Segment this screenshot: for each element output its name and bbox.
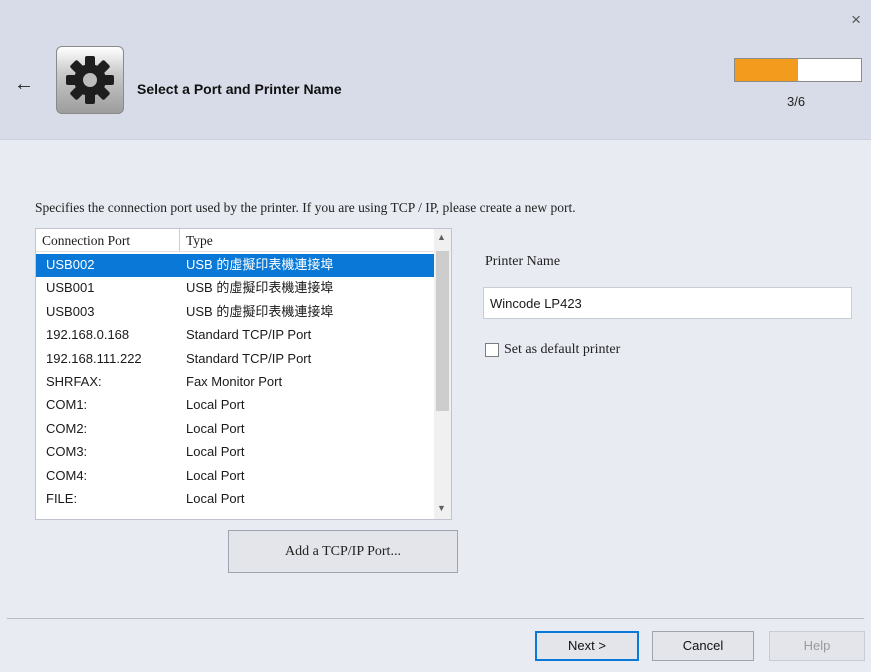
wizard-header: × ← Select a Port and Printer Name 3/6 <box>0 0 871 140</box>
add-tcpip-port-button[interactable]: Add a TCP/IP Port... <box>228 530 458 573</box>
table-row[interactable]: FILE: Local Port <box>36 488 434 511</box>
table-row[interactable]: 192.168.111.222 Standard TCP/IP Port <box>36 348 434 371</box>
table-row[interactable]: COM3: Local Port <box>36 441 434 464</box>
port-name-cell: COM3: <box>46 444 88 460</box>
port-name-cell: SHRFAX: <box>46 373 102 389</box>
port-type-cell: USB 的虛擬印表機連接埠 <box>186 303 334 319</box>
port-name-cell: 192.168.0.168 <box>46 327 130 343</box>
port-name-cell: FILE: <box>46 490 78 506</box>
column-header-connection-port[interactable]: Connection Port <box>42 233 130 249</box>
scroll-up-icon[interactable]: ▲ <box>437 232 446 242</box>
column-header-type[interactable]: Type <box>186 233 213 249</box>
port-type-cell: Fax Monitor Port <box>186 373 283 389</box>
scrollbar-thumb[interactable] <box>436 251 449 411</box>
port-type-cell: Standard TCP/IP Port <box>186 350 312 366</box>
table-row[interactable]: USB003 USB 的虛擬印表機連接埠 <box>36 301 434 324</box>
port-type-cell: Standard TCP/IP Port <box>186 327 312 343</box>
port-name-cell: COM1: <box>46 397 88 413</box>
table-row[interactable]: 192.168.0.168 Standard TCP/IP Port <box>36 324 434 347</box>
port-name-cell: COM4: <box>46 467 88 483</box>
port-name-cell: 192.168.111.222 <box>46 350 142 366</box>
default-printer-label[interactable]: Set as default printer <box>504 342 620 358</box>
port-list[interactable]: Connection Port Type USB002 USB 的虛擬印表機連接埠… <box>35 228 452 520</box>
progress-fill <box>735 59 798 81</box>
port-type-cell: USB 的虛擬印表機連接埠 <box>186 280 334 296</box>
table-row[interactable]: COM4: Local Port <box>36 465 434 488</box>
page-title: Select a Port and Printer Name <box>137 81 342 97</box>
help-button[interactable]: Help <box>769 631 865 661</box>
port-name-cell: USB002 <box>46 257 95 272</box>
port-name-cell: COM2: <box>46 420 88 436</box>
step-indicator: 3/6 <box>787 94 806 109</box>
port-list-header: Connection Port Type <box>36 229 434 252</box>
port-description: Specifies the connection port used by th… <box>35 200 576 215</box>
port-name-cell: USB003 <box>46 303 95 319</box>
port-type-cell: Local Port <box>186 444 245 460</box>
table-row[interactable]: COM1: Local Port <box>36 394 434 417</box>
gear-icon <box>56 46 124 114</box>
footer-divider <box>7 618 864 619</box>
port-type-cell: USB 的虛擬印表機連接埠 <box>186 257 334 272</box>
scroll-down-icon[interactable]: ▼ <box>437 503 446 513</box>
port-type-cell: Local Port <box>186 467 245 483</box>
back-arrow-icon[interactable]: ← <box>14 74 34 94</box>
printer-name-label: Printer Name <box>485 254 561 269</box>
port-type-cell: Local Port <box>186 490 245 506</box>
next-button[interactable]: Next > <box>535 631 639 661</box>
table-row[interactable]: USB002 USB 的虛擬印表機連接埠 <box>36 254 434 278</box>
port-name-cell: USB001 <box>46 280 95 296</box>
vertical-scrollbar[interactable]: ▲ ▼ <box>434 229 451 519</box>
close-icon[interactable]: × <box>851 10 861 30</box>
cancel-button[interactable]: Cancel <box>652 631 754 661</box>
table-row[interactable]: SHRFAX: Fax Monitor Port <box>36 371 434 394</box>
progress-bar <box>734 58 862 82</box>
port-rows: USB002 USB 的虛擬印表機連接埠 USB001 USB 的虛擬印表機連接埠 US… <box>36 254 434 511</box>
table-row[interactable]: USB001 USB 的虛擬印表機連接埠 <box>36 277 434 300</box>
default-printer-checkbox[interactable] <box>485 343 499 357</box>
column-separator[interactable] <box>179 229 180 251</box>
table-row[interactable]: COM2: Local Port <box>36 418 434 441</box>
port-type-cell: Local Port <box>186 420 245 436</box>
printer-name-input[interactable] <box>483 287 852 319</box>
port-type-cell: Local Port <box>186 397 245 413</box>
